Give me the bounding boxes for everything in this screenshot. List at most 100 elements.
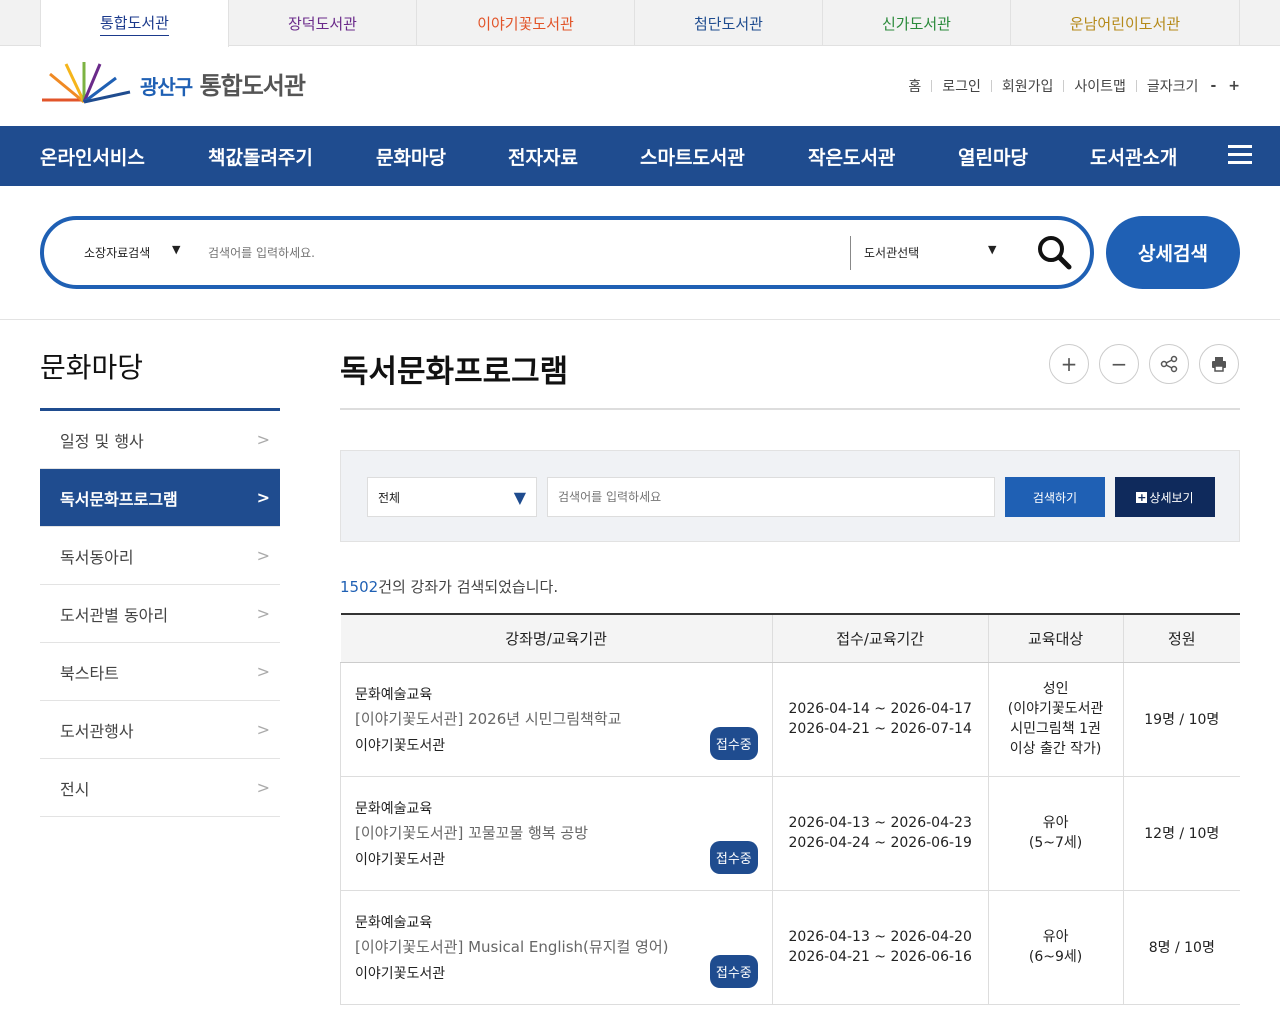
dropdown-arrow-icon[interactable]: ▼ [988, 243, 996, 256]
side-menu-item-reading-program[interactable]: 독서문화프로그램 > [40, 469, 280, 527]
zoom-out-icon[interactable]: − [1099, 344, 1139, 384]
sitemap-link[interactable]: 사이트맵 [1074, 76, 1126, 96]
nav-smart-library[interactable]: 스마트도서관 [640, 126, 745, 186]
chevron-right-icon: > [256, 430, 270, 449]
target-line: 성인 [1042, 681, 1069, 697]
nav-open-forum[interactable]: 열린마당 [958, 126, 1028, 186]
tab-library-jangdeok[interactable]: 장덕도서관 [229, 0, 417, 46]
tab-label: 신가도서관 [881, 14, 951, 33]
status-badge[interactable]: 접수중 [709, 726, 758, 760]
apply-period: 2026-04-14 ~ 2026-04-17 [788, 701, 972, 717]
zoom-in-icon[interactable]: + [1049, 344, 1089, 384]
tab-label: 이야기꽃도서관 [477, 14, 574, 33]
capacity-cell: 12명 / 10명 [1122, 776, 1240, 891]
lnb-title: 문화마당 [40, 351, 144, 384]
font-size-increase-button[interactable]: + [1228, 78, 1240, 94]
page-title: 독서문화프로그램 [340, 354, 569, 390]
table-row[interactable]: 문화예술교육 [이야기꽃도서관] 2026년 시민그림책학교 이야기꽃도서관 접… [340, 662, 1240, 777]
search-icon[interactable] [1036, 234, 1072, 270]
filter-search-button[interactable]: 검색하기 [1005, 477, 1105, 517]
program-cell[interactable]: 문화예술교육 [이야기꽃도서관] 2026년 시민그림책학교 이야기꽃도서관 접… [340, 662, 773, 777]
share-glyph [1160, 355, 1178, 373]
site-logo[interactable]: 광산구 통합도서관 [40, 58, 320, 108]
library-tabs: 통합도서관 장덕도서관 이야기꽃도서관 첨단도서관 신가도서관 운남어린이도서관 [0, 0, 1280, 47]
tab-library-iyagikkot[interactable]: 이야기꽃도서관 [417, 0, 635, 46]
chevron-right-icon: > [256, 604, 270, 623]
column-header: 교육대상 [987, 614, 1124, 663]
status-badge[interactable]: 접수중 [709, 954, 758, 988]
nav-e-resources[interactable]: 전자자료 [508, 126, 578, 186]
tab-library-integrated[interactable]: 통합도서관 [40, 0, 229, 47]
tab-library-unnam-children[interactable]: 운남어린이도서관 [1011, 0, 1240, 46]
font-size-label: 글자크기 [1146, 79, 1199, 95]
program-title[interactable]: [이야기꽃도서관] Musical English(뮤지컬 영어) [355, 936, 758, 957]
tab-label: 통합도서관 [99, 12, 169, 36]
print-icon[interactable] [1199, 344, 1239, 384]
target-line: (이야기꽃도서관 [1007, 701, 1104, 717]
side-menu-item-schedule[interactable]: 일정 및 행사 > [40, 411, 280, 469]
table-header-row: 강좌명/교육기관 접수/교육기간 교육대상 정원 [340, 614, 1240, 663]
font-size-decrease-button[interactable]: - [1210, 78, 1216, 94]
program-org: 이야기꽃도서관 [355, 851, 446, 868]
table-row[interactable]: 문화예술교육 [이야기꽃도서관] Musical English(뮤지컬 영어)… [340, 890, 1240, 1005]
search-input[interactable] [208, 236, 828, 270]
program-table: 강좌명/교육기관 접수/교육기간 교육대상 정원 문화예술교육 [이야기꽃도서관… [340, 613, 1240, 1005]
plus-box-icon: + [1136, 490, 1148, 504]
chevron-right-icon: > [256, 720, 270, 739]
library-select[interactable]: 도서관선택 [864, 244, 919, 261]
side-menu-label: 전시 [60, 779, 90, 799]
nav-online-service[interactable]: 온라인서비스 [40, 126, 145, 186]
apply-period: 2026-04-13 ~ 2026-04-23 [788, 815, 972, 831]
nav-culture[interactable]: 문화마당 [376, 126, 446, 186]
side-menu-item-library-clubs[interactable]: 도서관별 동아리 > [40, 585, 280, 643]
target-cell: 유아 (6~9세) [987, 890, 1124, 1005]
nav-book-refund[interactable]: 책값돌려주기 [208, 126, 313, 186]
tab-label: 운남어린이도서관 [1069, 14, 1181, 33]
tab-library-cheomdan[interactable]: 첨단도서관 [635, 0, 823, 46]
tab-library-singa[interactable]: 신가도서관 [823, 0, 1011, 46]
login-link[interactable]: 로그인 [942, 76, 981, 96]
title-divider [340, 408, 1240, 410]
apply-period: 2026-04-13 ~ 2026-04-20 [788, 929, 972, 945]
filter-search-input[interactable] [547, 477, 995, 517]
status-badge[interactable]: 접수중 [709, 840, 758, 874]
filter-select[interactable]: 전체 ▼ [367, 477, 537, 517]
side-menu-label: 독서동아리 [60, 547, 134, 567]
target-line: 유아 [1042, 929, 1069, 945]
period-cell: 2026-04-13 ~ 2026-04-20 2026-04-21 ~ 2026… [771, 890, 989, 1005]
signup-link[interactable]: 회원가입 [1002, 76, 1054, 96]
nav-library-intro[interactable]: 도서관소개 [1090, 126, 1177, 186]
menu-icon[interactable] [1228, 145, 1252, 167]
program-filter: 전체 ▼ 검색하기 +상세보기 [340, 450, 1240, 542]
advanced-search-button[interactable]: 상세검색 [1106, 216, 1240, 289]
divider [990, 80, 992, 92]
side-menu-item-library-events[interactable]: 도서관행사 > [40, 701, 280, 759]
table-row[interactable]: 문화예술교육 [이야기꽃도서관] 꼬물꼬물 행복 공방 이야기꽃도서관 접수중 … [340, 776, 1240, 891]
side-menu-label: 독서문화프로그램 [60, 489, 178, 509]
search-type-select[interactable]: 소장자료검색 [84, 244, 150, 261]
program-title[interactable]: [이야기꽃도서관] 2026년 시민그림책학교 [355, 708, 758, 729]
filter-select-value: 전체 [378, 490, 401, 505]
program-cell[interactable]: 문화예술교육 [이야기꽃도서관] Musical English(뮤지컬 영어)… [340, 890, 773, 1005]
chevron-right-icon: > [256, 546, 270, 565]
side-menu-label: 북스타트 [60, 663, 119, 683]
target-line: 시민그림책 1권 [1010, 721, 1101, 737]
dropdown-arrow-icon: ▼ [513, 487, 526, 507]
home-link[interactable]: 홈 [908, 76, 921, 96]
filter-detail-button[interactable]: + 상세보기 [1115, 477, 1215, 517]
column-header: 접수/교육기간 [771, 614, 989, 663]
program-cell[interactable]: 문화예술교육 [이야기꽃도서관] 꼬물꼬물 행복 공방 이야기꽃도서관 접수중 [340, 776, 773, 891]
period-cell: 2026-04-14 ~ 2026-04-17 2026-04-21 ~ 2026… [771, 662, 989, 777]
side-menu-item-reading-club[interactable]: 독서동아리 > [40, 527, 280, 585]
side-menu-item-exhibition[interactable]: 전시 > [40, 759, 280, 817]
dropdown-arrow-icon[interactable]: ▼ [172, 243, 180, 256]
program-org: 이야기꽃도서관 [355, 965, 446, 982]
tab-label: 첨단도서관 [693, 14, 763, 33]
nav-small-library[interactable]: 작은도서관 [808, 126, 895, 186]
column-header: 정원 [1122, 614, 1240, 663]
side-menu-label: 도서관행사 [60, 721, 134, 741]
side-menu-item-bookstart[interactable]: 북스타트 > [40, 643, 280, 701]
share-icon[interactable] [1149, 344, 1189, 384]
program-title[interactable]: [이야기꽃도서관] 꼬물꼬물 행복 공방 [355, 822, 758, 843]
target-line: (5~7세) [1028, 835, 1083, 851]
